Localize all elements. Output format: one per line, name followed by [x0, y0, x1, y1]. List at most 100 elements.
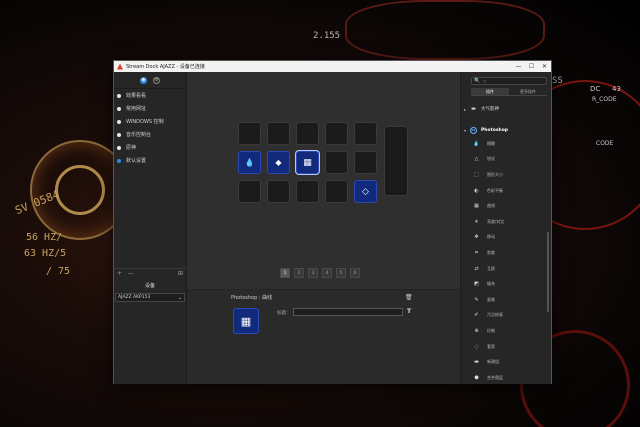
- action-item[interactable]: ⊕ 仿制: [461, 323, 550, 339]
- chevron-down-icon: ⌄: [177, 294, 182, 301]
- action-item[interactable]: ⬢ 合并图层: [461, 370, 550, 384]
- layers-icon: ◇: [362, 186, 369, 197]
- category-header[interactable]: ▸ ▬ 大气影神: [464, 104, 499, 114]
- globe-icon[interactable]: ◉: [140, 76, 147, 84]
- deck-key-layers[interactable]: ◇: [354, 180, 377, 203]
- add-profile-button[interactable]: +: [117, 270, 122, 277]
- action-item[interactable]: ◐ 色彩平衡: [461, 183, 550, 199]
- deck-key[interactable]: [354, 151, 377, 174]
- blur-icon: 💧: [244, 158, 255, 167]
- page-button-4[interactable]: 4: [322, 268, 332, 278]
- profile-item-active[interactable]: 默认设置: [114, 154, 186, 167]
- blur-icon: 💧: [473, 140, 480, 147]
- minimize-button[interactable]: —: [512, 61, 525, 72]
- search-input[interactable]: 🔍 ▽: [471, 77, 547, 85]
- action-item[interactable]: ⌗ 剪裁: [461, 245, 550, 261]
- deck-key[interactable]: [325, 122, 348, 145]
- action-item[interactable]: ◩ 填充: [461, 276, 550, 292]
- action-item[interactable]: ▦ 曲线: [461, 198, 550, 214]
- font-style-button[interactable]: T: [407, 308, 411, 315]
- category-header-photoshop[interactable]: ▾ Ps Photoshop: [464, 125, 508, 135]
- lasso-icon: ◌: [474, 343, 479, 350]
- deck-key[interactable]: [325, 151, 348, 174]
- deck-key[interactable]: [267, 180, 290, 203]
- action-item[interactable]: ⬚ 图形大小: [461, 167, 550, 183]
- key-preview[interactable]: ▦: [233, 308, 259, 334]
- device-value: AJAZZ AKP153: [118, 295, 151, 300]
- color-balance-icon: ◐: [474, 187, 479, 194]
- search-icon: 🔍: [474, 78, 481, 84]
- profile-label: WINDOWS 控制: [126, 119, 164, 125]
- profile-dot-icon: [117, 93, 121, 98]
- deck-key[interactable]: [325, 180, 348, 203]
- action-label: 锐化: [487, 156, 495, 162]
- profile-dot-icon: [117, 132, 121, 137]
- profile-panel: ◉ ⚙ 效果看看 常用网址 WINDOWS 控制 音乐控制台 原神 默认设置 +…: [114, 72, 187, 384]
- wallpaper-ring: [55, 165, 105, 215]
- action-item[interactable]: ✎ 画笔: [461, 292, 550, 308]
- action-item[interactable]: △ 锐化: [461, 152, 550, 168]
- profile-dot-icon: [117, 106, 121, 111]
- device-label: 设备: [144, 283, 155, 289]
- page-button-5[interactable]: 5: [336, 268, 346, 278]
- curves-icon: ▦: [474, 203, 479, 210]
- profile-label: 音乐控制台: [126, 132, 152, 138]
- action-item[interactable]: ✐ 污点修复: [461, 308, 550, 324]
- profile-item[interactable]: 音乐控制台: [114, 128, 186, 141]
- action-item[interactable]: ⇄ 互换: [461, 261, 550, 277]
- action-label: 合并图层: [487, 374, 503, 380]
- brightness-icon: ☀: [474, 218, 479, 225]
- page-button-1[interactable]: 1: [280, 268, 290, 278]
- deck-key[interactable]: [296, 122, 319, 145]
- deck-key-curves[interactable]: ▦: [296, 151, 319, 174]
- remove-profile-button[interactable]: —: [128, 270, 134, 277]
- deck-key[interactable]: [267, 122, 290, 145]
- profile-options-button[interactable]: ⊞: [178, 270, 183, 277]
- deck-key[interactable]: [238, 180, 261, 203]
- page-button-6[interactable]: 6: [350, 268, 360, 278]
- gear-icon[interactable]: ⚙: [153, 76, 160, 84]
- profile-item[interactable]: 原神: [114, 141, 186, 154]
- deck-key[interactable]: [296, 180, 319, 203]
- category-label: 大气影神: [481, 107, 499, 112]
- wallpaper-text: 56 HZ/: [26, 232, 63, 243]
- deck-side-screen[interactable]: [384, 126, 408, 196]
- title-label: 标题：: [277, 311, 291, 316]
- profile-label: 效果看看: [126, 93, 147, 99]
- action-label: 曲线: [487, 203, 495, 209]
- page-button-2[interactable]: 2: [294, 268, 304, 278]
- wallpaper-text: 43: [612, 85, 621, 93]
- wallpaper-text: SS: [552, 76, 563, 86]
- action-label: 色彩平衡: [487, 187, 503, 193]
- inspector-title: Photoshop : 曲线: [231, 295, 273, 301]
- trash-icon[interactable]: 🗑: [405, 294, 413, 301]
- tab-plugins[interactable]: 插件: [471, 88, 509, 96]
- filter-icon[interactable]: ▽: [483, 79, 486, 84]
- spot-heal-icon: ✐: [474, 312, 479, 319]
- device-select[interactable]: AJAZZ AKP153 ⌄: [115, 293, 185, 302]
- profile-item[interactable]: WINDOWS 控制: [114, 115, 186, 128]
- action-item[interactable]: ✥ 移动: [461, 230, 550, 246]
- action-item[interactable]: ▬ 新建组: [461, 354, 550, 370]
- title-input[interactable]: [293, 308, 403, 316]
- close-button[interactable]: ✕: [538, 61, 551, 72]
- action-label: 剪裁: [487, 249, 495, 255]
- profile-item[interactable]: 效果看看: [114, 89, 186, 102]
- action-label: 污点修复: [487, 312, 503, 318]
- deck-key[interactable]: [354, 122, 377, 145]
- page-button-3[interactable]: 3: [308, 268, 318, 278]
- action-item[interactable]: ◌ 套索: [461, 339, 550, 355]
- deck-key-sharpen[interactable]: ◆: [267, 151, 290, 174]
- maximize-button[interactable]: ☐: [525, 61, 538, 72]
- profile-dot-icon: [117, 158, 121, 163]
- tab-more-plugins[interactable]: 更多插件: [509, 88, 547, 96]
- action-item[interactable]: ☀ 亮度/对比: [461, 214, 550, 230]
- title-bar[interactable]: Stream Dock AJAZZ - 设备已连接 — ☐ ✕: [114, 61, 551, 72]
- deck-key-blur[interactable]: 💧: [238, 151, 261, 174]
- scrollbar[interactable]: [547, 232, 549, 312]
- curves-icon: ▦: [303, 157, 312, 168]
- deck-key[interactable]: [238, 122, 261, 145]
- action-item[interactable]: 💧 模糊: [461, 136, 550, 152]
- new-group-icon: ▬: [474, 359, 479, 366]
- profile-item[interactable]: 常用网址: [114, 102, 186, 115]
